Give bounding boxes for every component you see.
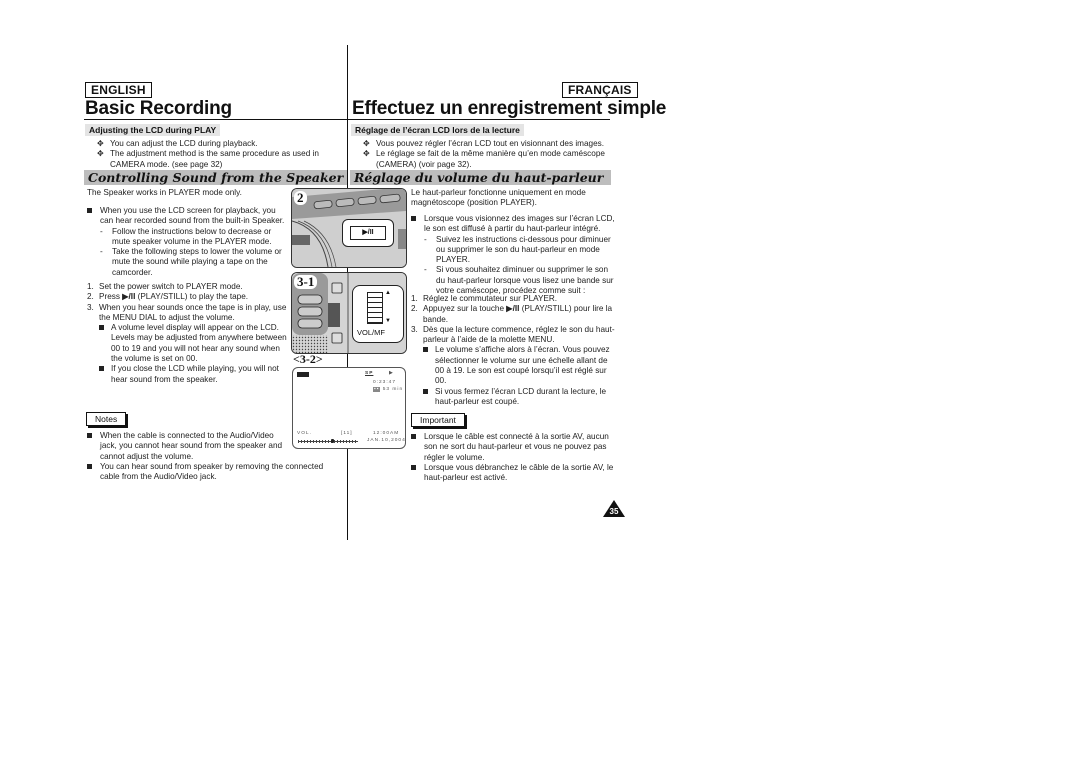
osd-play-icon: ▶ [389, 371, 394, 376]
osd-time: 12:00AM [373, 431, 400, 436]
play-still-icon: ▶/II [506, 304, 520, 314]
square-bullet-icon [411, 464, 416, 470]
square-bullet-icon [99, 325, 104, 331]
title-rule-english [84, 119, 347, 120]
step-3-french: 3. Dès que la lecture commence, réglez le… [411, 324, 615, 345]
section-title-french: Réglage du volume du haut-parleur [350, 170, 611, 185]
figure-2-play-button: ▶/II 2 [291, 188, 407, 268]
page-number: 35 [609, 507, 619, 516]
step-1-english: 1. Set the power switch to PLAYER mode. [87, 282, 243, 291]
sub-heading-lcd-french: Réglage de l’écran LCD lors de la lectur… [351, 124, 524, 136]
important-label: Important [411, 413, 465, 427]
section-title-english: Controlling Sound from the Speaker [84, 170, 347, 185]
title-rule-french [348, 119, 610, 120]
diamond-bullet-icon: ✥ [363, 149, 370, 159]
osd-tape-mode: SP [365, 371, 374, 376]
steps-english: 1. Set the power switch to PLAYER mode. 2… [87, 282, 287, 384]
intro-english: The Speaker works in PLAYER mode only. [87, 188, 242, 197]
diamond-bullet-icon: ✥ [97, 139, 104, 148]
figure-2-label: 2 [294, 191, 307, 205]
up-arrow-icon: ▲ [385, 290, 391, 296]
play-button-callout: ▶/II [342, 219, 394, 247]
diamond-bullet-icon: ✥ [97, 149, 104, 159]
figure-3-2-label: <3-2> [293, 352, 323, 366]
osd-date: JAN.10,2004 [367, 438, 406, 443]
square-bullet-icon [411, 434, 416, 439]
menu-dial [367, 292, 383, 324]
osd-vol-label: VOL. [297, 431, 312, 436]
lcd-bullets-french: ✥ Vous pouvez régler l’écran LCD tout en … [363, 139, 605, 169]
lcd-osd-screen: SP ▶ 0:23:47 ▪▪ 53 min VOL. [11] 12:00AM… [292, 367, 406, 449]
square-bullet-icon [87, 433, 92, 438]
osd-remaining-time: ▪▪ 53 min [373, 387, 404, 392]
square-bullet-icon [423, 388, 428, 394]
intro-french: Le haut-parleur fonctionne uniquement en… [411, 188, 586, 208]
play-still-icon: ▶/II [122, 292, 136, 302]
tape-remaining-icon: ▪▪ [373, 387, 381, 392]
square-bullet-icon [87, 463, 92, 469]
step-2-french: 2. Appuyez sur la touche ▶/II (PLAY/STILL… [411, 304, 613, 324]
square-bullet-icon [87, 208, 92, 213]
steps-french: 1. Réglez le commutateur sur PLAYER. 2. Ap… [411, 294, 615, 406]
figure-3-1-volume-dial: ▲ ▼ VOL/MF 3-1 [291, 272, 407, 354]
page-title-english: Basic Recording [85, 98, 232, 119]
main-bullet-english: When you use the LCD screen for playback… [87, 206, 287, 278]
play-still-button: ▶/II [350, 226, 386, 240]
language-label-french: FRANÇAIS [562, 82, 638, 98]
notes-label: Notes [86, 412, 127, 426]
volume-bar [298, 439, 358, 443]
page-title-french: Effectuez un enregistrement simple [352, 98, 667, 119]
step-1-french: 1. Réglez le commutateur sur PLAYER. [411, 294, 558, 303]
diamond-bullet-icon: ✥ [363, 139, 370, 148]
osd-vol-value: [11] [341, 431, 353, 436]
osd-tape-counter: 0:23:47 [373, 380, 397, 385]
square-bullet-icon [423, 347, 428, 353]
sub-heading-lcd-english: Adjusting the LCD during PLAY [85, 124, 221, 136]
square-bullet-icon [99, 366, 104, 372]
figure-3-1-label: 3-1 [294, 275, 318, 289]
battery-icon [297, 372, 309, 377]
lcd-bullets-english: ✥ You can adjust the LCD during playback.… [97, 139, 319, 169]
step-2-english: 2. Press ▶/II (PLAY/STILL) to play the ta… [87, 292, 249, 302]
vol-mf-label: VOL/MF [357, 328, 385, 337]
language-label-english: ENGLISH [85, 82, 152, 98]
volume-level-marker [331, 439, 334, 443]
square-bullet-icon [411, 216, 416, 221]
main-bullet-french: Lorsque vous visionnez des images sur l’… [411, 214, 616, 296]
volume-dial-callout: ▲ ▼ VOL/MF [352, 285, 404, 343]
step-3-english: 3. When you hear sounds once the tape is … [87, 302, 287, 322]
notes-french: Lorsque le câble est connecté à la sorti… [411, 432, 616, 483]
down-arrow-icon: ▼ [385, 318, 391, 324]
